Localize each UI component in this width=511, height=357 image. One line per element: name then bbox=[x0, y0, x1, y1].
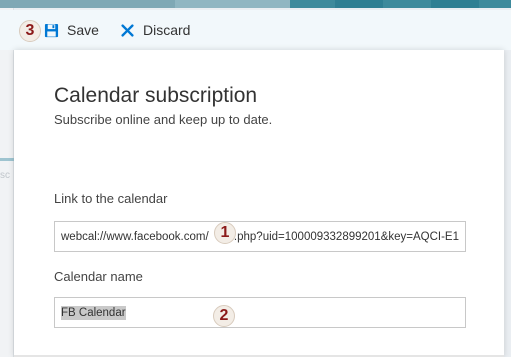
panel-title: Calendar subscription bbox=[54, 84, 258, 107]
header-band bbox=[383, 0, 431, 8]
header-band bbox=[335, 0, 383, 8]
sidebar-highlight bbox=[0, 158, 14, 161]
header-band bbox=[0, 0, 175, 8]
header-band bbox=[479, 0, 511, 8]
step-annotation-2: 2 bbox=[213, 305, 235, 327]
x-close-icon bbox=[119, 22, 135, 38]
save-button[interactable]: Save bbox=[43, 10, 99, 50]
background-partial-text: sc bbox=[0, 170, 10, 181]
background-sidebar: sc bbox=[0, 8, 14, 357]
discard-label: Discard bbox=[143, 22, 191, 38]
step-annotation-3: 3 bbox=[19, 20, 41, 42]
calendar-link-input[interactable]: webcal://www.facebook.com/ u.php?uid=100… bbox=[54, 221, 466, 252]
command-bar: Save Discard bbox=[0, 10, 511, 50]
header-band bbox=[290, 0, 335, 8]
save-label: Save bbox=[67, 22, 99, 38]
header-band bbox=[431, 0, 479, 8]
calendar-name-input[interactable]: FB Calendar bbox=[54, 297, 466, 328]
header-band bbox=[175, 0, 290, 8]
calendar-link-value-tail: u.php?uid=100009332899201&key=AQCI-E1 bbox=[227, 230, 459, 243]
calendar-name-label: Calendar name bbox=[54, 269, 143, 284]
calendar-link-value: webcal://www.facebook.com/ bbox=[61, 230, 209, 243]
calendar-name-value: FB Calendar bbox=[61, 305, 126, 320]
floppy-disk-icon bbox=[43, 22, 59, 38]
step-annotation-1: 1 bbox=[214, 222, 236, 244]
discard-button[interactable]: Discard bbox=[119, 10, 190, 50]
panel-subtitle: Subscribe online and keep up to date. bbox=[54, 112, 273, 127]
calendar-link-label: Link to the calendar bbox=[54, 191, 168, 206]
